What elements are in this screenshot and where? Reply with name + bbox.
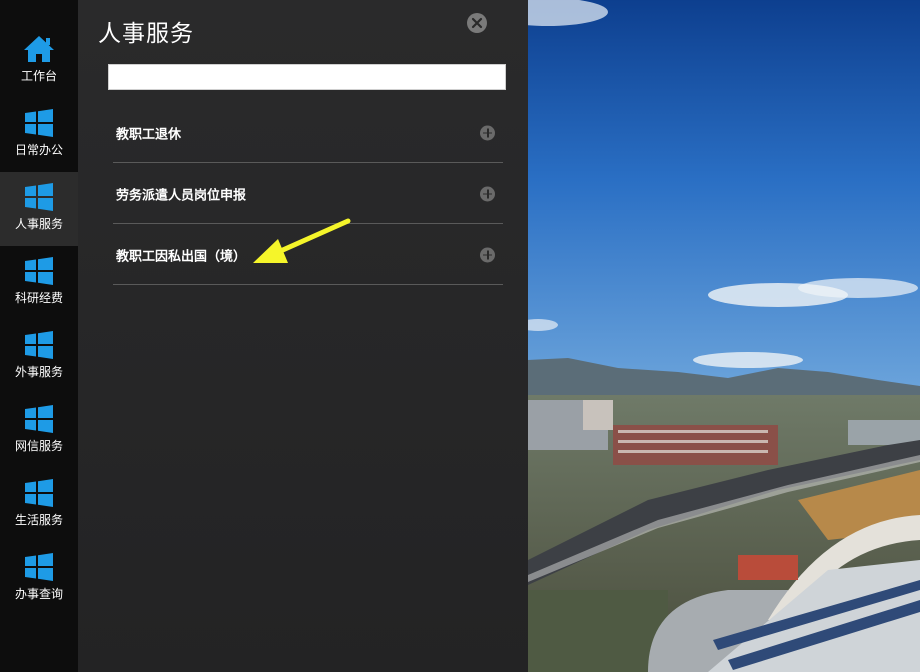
sidebar-item-label: 网信服务 <box>14 439 63 453</box>
sidebar-item-network-services[interactable]: 网信服务 <box>0 394 78 468</box>
expand-plus-icon[interactable] <box>480 247 495 262</box>
panel-title: 人事服务 <box>98 21 194 47</box>
windows-icon <box>23 182 55 212</box>
sidebar-item-hr-services[interactable]: 人事服务 <box>0 172 78 246</box>
service-item-label: 教职工因私出国（境） <box>116 249 247 264</box>
hr-services-panel: 人事服务 教职工退休 劳务派遣人员岗位申报 教职工因私出国（境） <box>78 0 528 672</box>
sidebar-item-label: 日常办公 <box>14 143 63 157</box>
service-item-label: 教职工退休 <box>116 127 182 142</box>
sidebar-item-label: 科研经费 <box>14 291 63 305</box>
windows-icon <box>23 478 55 508</box>
sidebar-item-life-services[interactable]: 生活服务 <box>0 468 78 542</box>
campus-background-photo <box>528 0 920 672</box>
close-button[interactable] <box>467 13 487 33</box>
windows-icon <box>23 552 55 582</box>
windows-icon <box>23 256 55 286</box>
expand-plus-icon[interactable] <box>480 186 495 201</box>
close-icon <box>471 17 483 29</box>
sidebar-item-label: 生活服务 <box>14 513 63 527</box>
search-input[interactable] <box>108 64 506 90</box>
annotation-arrow-icon <box>253 218 351 263</box>
sidebar-item-label: 人事服务 <box>14 217 63 231</box>
expand-plus-icon[interactable] <box>480 125 495 140</box>
windows-icon <box>23 404 55 434</box>
sidebar-item-daily-office[interactable]: 日常办公 <box>0 98 78 172</box>
sidebar-item-label: 办事查询 <box>14 587 63 601</box>
service-item-retirement[interactable]: 教职工退休 <box>113 103 503 163</box>
sidebar-item-label: 外事服务 <box>14 365 63 379</box>
service-item-label: 劳务派遣人员岗位申报 <box>116 188 247 203</box>
sidebar-item-foreign-affairs[interactable]: 外事服务 <box>0 320 78 394</box>
windows-icon <box>23 330 55 360</box>
sidebar-item-workbench[interactable]: 工作台 <box>0 24 78 98</box>
sidebar-item-affairs-query[interactable]: 办事查询 <box>0 542 78 616</box>
sidebar-item-label: 工作台 <box>20 69 57 83</box>
windows-icon <box>23 108 55 138</box>
left-sidebar: 工作台 日常办公 人事服务 科研经费 外事服务 网信服务 生活服务 办事查询 <box>0 0 78 672</box>
sidebar-item-research-funds[interactable]: 科研经费 <box>0 246 78 320</box>
home-icon <box>23 34 55 64</box>
